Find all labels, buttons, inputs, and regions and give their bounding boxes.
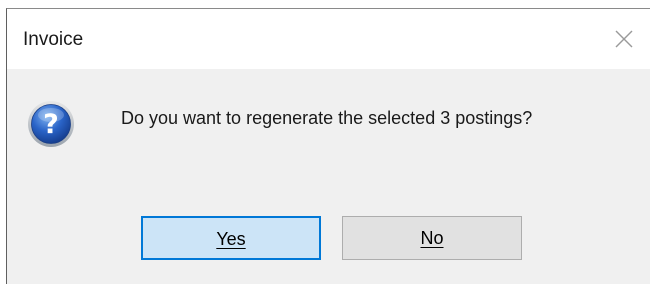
yes-button[interactable]: Yes	[141, 216, 321, 260]
message-dialog: Invoice ? Do you want to regenerate the …	[6, 8, 650, 284]
question-icon: ?	[27, 100, 75, 148]
no-button[interactable]: No	[342, 216, 522, 260]
svg-text:?: ?	[43, 109, 59, 140]
message-text: Do you want to regenerate the selected 3…	[121, 108, 533, 128]
dialog-body: ? Do you want to regenerate the selected…	[7, 69, 650, 284]
title-bar[interactable]: Invoice	[7, 9, 650, 69]
close-icon	[615, 30, 633, 48]
close-button[interactable]	[608, 23, 640, 55]
no-button-label: No	[420, 228, 444, 248]
focus-ring	[144, 219, 318, 257]
window-title: Invoice	[23, 29, 84, 50]
